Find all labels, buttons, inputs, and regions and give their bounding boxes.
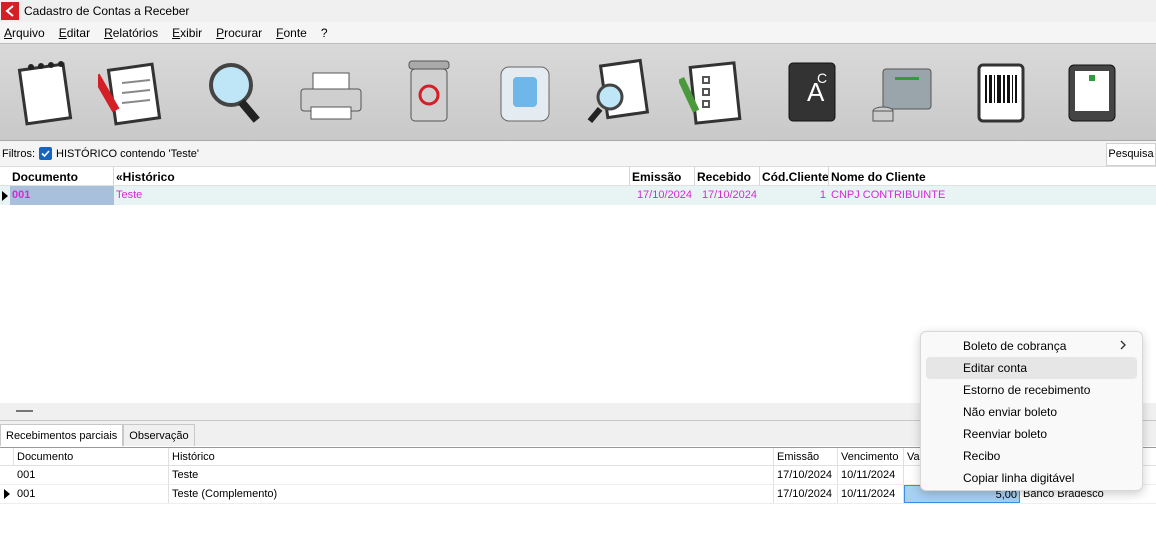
menu-item-label: Copiar linha digitável bbox=[963, 471, 1075, 485]
trash-icon[interactable] bbox=[394, 52, 464, 132]
col-documento[interactable]: Documento bbox=[10, 167, 114, 185]
menu-bar: Arquivo Editar Relatórios Exibir Procura… bbox=[0, 22, 1156, 43]
menu-item-nao-enviar-boleto[interactable]: Não enviar boleto bbox=[926, 401, 1137, 423]
col-emissao[interactable]: Emissão bbox=[630, 167, 695, 185]
cell-nome-cliente[interactable]: CNPJ CONTRIBUINTE bbox=[829, 186, 1156, 205]
sub-cell-historico[interactable]: Teste (Complemento) bbox=[169, 485, 774, 503]
abc-icon[interactable]: AC bbox=[776, 52, 846, 132]
menu-item-label: Reenviar boleto bbox=[963, 427, 1048, 441]
menu-item-copiar-linha-digitavel[interactable]: Copiar linha digitável bbox=[926, 467, 1137, 489]
tab-observacao[interactable]: Observação bbox=[123, 424, 195, 446]
row-marker-icon bbox=[0, 186, 10, 205]
sub-cell-emissao[interactable]: 17/10/2024 bbox=[774, 485, 838, 503]
col-recebido[interactable]: Recebido bbox=[695, 167, 760, 185]
tab-recebimentos-parciais[interactable]: Recebimentos parciais bbox=[0, 424, 124, 446]
menu-exibir[interactable]: Exibir bbox=[172, 26, 202, 40]
menu-item-editar-conta[interactable]: Editar conta bbox=[926, 357, 1137, 379]
cell-cod-cliente[interactable]: 1 bbox=[760, 186, 829, 205]
cell-documento[interactable]: 001 bbox=[10, 186, 114, 205]
cell-recebido[interactable]: 17/10/2024 bbox=[695, 186, 760, 205]
sub-col-documento[interactable]: Documento bbox=[14, 448, 169, 465]
sub-col-historico[interactable]: Histórico bbox=[169, 448, 774, 465]
title-bar: Cadastro de Contas a Receber bbox=[0, 0, 1156, 22]
svg-text:C: C bbox=[817, 70, 827, 86]
menu-help[interactable]: ? bbox=[321, 26, 328, 40]
printer-icon[interactable] bbox=[296, 52, 366, 132]
magnifier-icon[interactable] bbox=[202, 52, 272, 132]
cell-historico[interactable]: Teste bbox=[114, 186, 630, 205]
col-nome-cliente[interactable]: Nome do Cliente bbox=[829, 167, 1156, 185]
sub-cell-vencimento[interactable]: 10/11/2024 bbox=[838, 466, 904, 484]
filters-label: Filtros: bbox=[2, 147, 35, 160]
search-note-icon[interactable] bbox=[585, 52, 655, 132]
menu-item-boleto-cobranca[interactable]: Boleto de cobrança bbox=[926, 335, 1137, 357]
row-marker-empty bbox=[0, 466, 14, 484]
menu-item-label: Recibo bbox=[963, 449, 1001, 463]
sub-grid-corner bbox=[0, 448, 14, 465]
cell-emissao[interactable]: 17/10/2024 bbox=[630, 186, 695, 205]
sub-col-emissao[interactable]: Emissão bbox=[774, 448, 838, 465]
menu-item-reenviar-boleto[interactable]: Reenviar boleto bbox=[926, 423, 1137, 445]
main-grid: Documento «Histórico Emissão Recebido Có… bbox=[0, 167, 1156, 205]
app-icon bbox=[1, 2, 19, 20]
menu-item-label: Estorno de recebimento bbox=[963, 383, 1091, 397]
folder-database-icon[interactable] bbox=[868, 52, 938, 132]
window-title: Cadastro de Contas a Receber bbox=[24, 4, 190, 18]
menu-item-label: Boleto de cobrança bbox=[963, 339, 1067, 353]
barcode-icon[interactable] bbox=[966, 52, 1036, 132]
menu-item-estorno-recebimento[interactable]: Estorno de recebimento bbox=[926, 379, 1137, 401]
grid-header: Documento «Histórico Emissão Recebido Có… bbox=[0, 167, 1156, 186]
sub-cell-documento[interactable]: 001 bbox=[14, 466, 169, 484]
table-row[interactable]: 001 Teste 17/10/2024 17/10/2024 1 CNPJ C… bbox=[0, 186, 1156, 205]
sub-cell-vencimento[interactable]: 10/11/2024 bbox=[838, 485, 904, 503]
menu-procurar[interactable]: Procurar bbox=[216, 26, 262, 40]
chevron-right-icon bbox=[1120, 335, 1127, 357]
menu-item-label: Editar conta bbox=[963, 361, 1028, 375]
notepad-icon[interactable] bbox=[10, 52, 80, 132]
menu-arquivo[interactable]: Arquivo bbox=[4, 26, 45, 40]
water-cooler-icon[interactable] bbox=[490, 52, 560, 132]
checklist-icon[interactable] bbox=[678, 52, 748, 132]
sub-cell-historico[interactable]: Teste bbox=[169, 466, 774, 484]
search-button[interactable]: Pesquisa bbox=[1106, 143, 1156, 166]
menu-relatorios[interactable]: Relatórios bbox=[104, 26, 158, 40]
filter-text: HISTÓRICO contendo 'Teste' bbox=[56, 147, 199, 160]
menu-item-label: Não enviar boleto bbox=[963, 405, 1058, 419]
sub-col-vencimento[interactable]: Vencimento bbox=[838, 448, 904, 465]
col-cod-cliente[interactable]: Cód.Cliente bbox=[760, 167, 829, 185]
sub-cell-documento[interactable]: 001 bbox=[14, 485, 169, 503]
sub-cell-emissao[interactable]: 17/10/2024 bbox=[774, 466, 838, 484]
toolbar: AC bbox=[0, 43, 1156, 141]
col-historico[interactable]: «Histórico bbox=[114, 167, 630, 185]
row-marker-icon bbox=[0, 485, 14, 503]
grid-corner bbox=[0, 167, 10, 185]
splitter-handle[interactable] bbox=[16, 410, 33, 412]
menu-item-recibo[interactable]: Recibo bbox=[926, 445, 1137, 467]
menu-fonte[interactable]: Fonte bbox=[276, 26, 307, 40]
edit-note-icon[interactable] bbox=[97, 52, 167, 132]
filter-bar: Filtros: HISTÓRICO contendo 'Teste' Pesq… bbox=[0, 141, 1156, 167]
menu-editar[interactable]: Editar bbox=[59, 26, 90, 40]
filter-checkbox[interactable] bbox=[39, 147, 52, 160]
context-menu: Boleto de cobrança Editar conta Estorno … bbox=[920, 331, 1143, 491]
tablet-tool-icon[interactable] bbox=[1058, 52, 1128, 132]
